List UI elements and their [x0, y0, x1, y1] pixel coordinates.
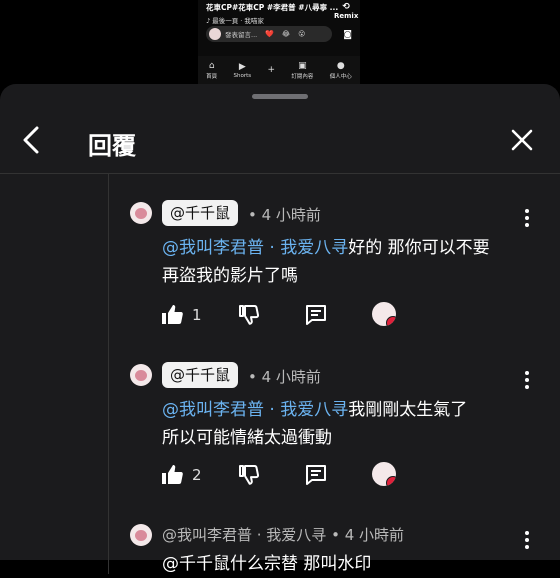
avatar-face [135, 530, 147, 541]
avatar-face [135, 208, 147, 219]
thumbs-up-icon [162, 465, 183, 484]
reply-timestamp: • 4 小時前 [248, 368, 321, 386]
reply-text: @千千鼠什么宗替 那叫水印 [162, 550, 532, 578]
close-icon[interactable] [508, 126, 536, 154]
thumbs-down-icon [239, 465, 260, 485]
comment-placeholder: 發表留言... [225, 31, 258, 39]
like-button[interactable]: 2 [160, 460, 202, 490]
reply-mention[interactable]: @我叫李君普 · 我爱八寻 [162, 400, 348, 420]
avatar-face [135, 370, 147, 381]
emoji-laugh[interactable]: 😂 [282, 30, 290, 38]
dislike-button[interactable] [236, 300, 260, 330]
reply-text-line1: 好的 那你可以不要 [348, 238, 490, 258]
video-hashtags[interactable]: 花車CP#花車CP #李君普 #八尋寧 ... [206, 2, 338, 13]
thread-line [108, 174, 109, 574]
reply-author-timestamp: @我叫李君普 · 我爱八寻 • 4 小時前 [162, 526, 405, 544]
like-count: 1 [192, 306, 202, 324]
avatar[interactable] [130, 364, 152, 386]
music-label[interactable]: ♪ 最後一頁 · 我喵家 [206, 15, 264, 25]
drag-handle[interactable] [252, 94, 308, 99]
home-icon: ⌂ [208, 60, 215, 71]
nav-profile[interactable]: ● 個人中心 [330, 61, 352, 80]
comment-input[interactable]: 發表留言... ❤️ 😂 😮 [206, 26, 332, 42]
music-title: 最後一頁 · 我喵家 [212, 17, 264, 25]
comment-icon [306, 305, 326, 325]
bottom-nav: ⌂ 首頁 ▶ Shorts + ▣ 訂閱內容 ● 個人中心 [198, 56, 360, 84]
avatar[interactable] [130, 524, 152, 546]
reply-text-line2: 所以可能情緒太過衝動 [162, 428, 332, 448]
avatar[interactable] [130, 202, 152, 224]
nav-shorts[interactable]: ▶ Shorts [234, 62, 252, 79]
nav-create[interactable]: + [268, 65, 276, 76]
nav-profile-label: 個人中心 [329, 73, 352, 80]
more-options-icon[interactable] [520, 208, 534, 228]
reply-text-line1: @千千鼠什么宗替 那叫水印 [162, 554, 372, 574]
nav-subscriptions-label: 訂閱內容 [291, 73, 314, 80]
reply-actions: 1 [160, 300, 540, 330]
nav-subscriptions[interactable]: ▣ 訂閱內容 [291, 61, 313, 80]
more-options-icon[interactable] [520, 530, 534, 550]
header-divider [0, 173, 560, 174]
shorts-icon: ▶ [238, 61, 246, 72]
thumbs-down-icon [239, 305, 260, 325]
creator-heart-avatar[interactable] [372, 462, 396, 486]
reply-actions: 2 [160, 460, 540, 490]
reply-mention[interactable]: @我叫李君普 · 我爱八寻 [162, 238, 348, 258]
replies-sheet: 回覆 @千千鼠 • 4 小時前 @我叫李君普 · 我爱八寻好的 那你可以不要 再… [0, 84, 560, 574]
emoji-wow[interactable]: 😮 [298, 30, 305, 38]
remix-label: Remix [334, 12, 359, 20]
camera-icon[interactable]: ◙ [343, 30, 352, 40]
video-preview[interactable]: 花車CP#花車CP #李君普 #八尋寧 ... ⟲ Remix ♪ 最後一頁 ·… [198, 0, 360, 84]
thumbs-up-icon [162, 305, 183, 324]
like-button[interactable]: 1 [160, 300, 202, 330]
comment-icon [306, 465, 326, 485]
profile-icon: ● [336, 60, 345, 71]
nav-shorts-label: Shorts [233, 72, 252, 79]
nav-home-label: 首頁 [206, 73, 218, 80]
dislike-button[interactable] [236, 460, 260, 490]
remix-button[interactable]: ⟲ Remix [334, 2, 358, 20]
back-arrow-icon[interactable] [20, 124, 44, 156]
emoji-heart[interactable]: ❤️ [265, 30, 274, 38]
reply-button[interactable] [304, 460, 328, 490]
like-count: 2 [192, 466, 202, 484]
reply-text: @我叫李君普 · 我爱八寻我剛剛太生氣了 所以可能情緒太過衝動 [162, 396, 532, 452]
nav-home[interactable]: ⌂ 首頁 [206, 61, 217, 80]
reply-text-line1: 我剛剛太生氣了 [348, 400, 468, 420]
remix-icon: ⟲ [342, 2, 350, 12]
reply-text: @我叫李君普 · 我爱八寻好的 那你可以不要 再盜我的影片了嗎 [162, 234, 532, 290]
mention-chip[interactable]: @千千鼠 [162, 200, 239, 226]
more-options-icon[interactable] [520, 370, 534, 390]
page-title: 回覆 [88, 132, 136, 160]
plus-icon: + [267, 64, 276, 75]
reply-text-line2: 再盜我的影片了嗎 [162, 266, 298, 286]
heart-icon [386, 316, 396, 326]
mention-chip[interactable]: @千千鼠 [162, 362, 239, 388]
subscriptions-icon: ▣ [298, 60, 307, 71]
heart-icon [386, 476, 396, 486]
creator-heart-avatar[interactable] [372, 302, 396, 326]
reply-button[interactable] [304, 300, 328, 330]
avatar [209, 28, 221, 40]
reply-timestamp: • 4 小時前 [248, 206, 321, 224]
